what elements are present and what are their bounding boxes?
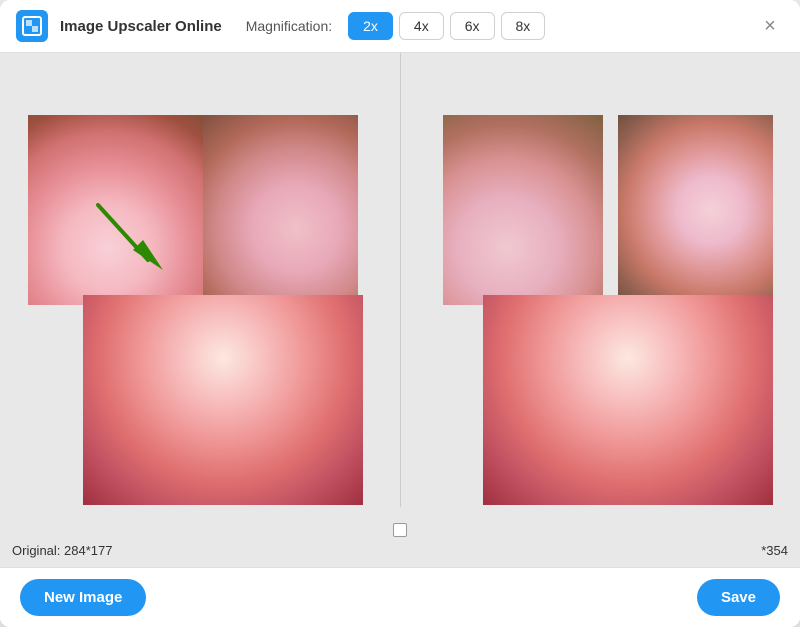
right-panel: *354 (415, 53, 800, 567)
original-image-collage (28, 115, 358, 505)
upscaled-size-label: *354 (761, 543, 788, 558)
center-divider (385, 53, 415, 567)
main-content: Original: 284*177 *354 (0, 53, 800, 567)
upscaled-image-collage (443, 115, 773, 505)
app-title: Image Upscaler Online (60, 18, 222, 35)
close-button[interactable]: × (756, 12, 784, 40)
magnification-controls: 2x 4x 6x 8x (348, 12, 545, 40)
upscaled-top-right (618, 115, 773, 305)
mag-btn-8x[interactable]: 8x (501, 12, 546, 40)
bottom-bar: New Image Save (0, 567, 800, 627)
upscaled-top-left (443, 115, 603, 305)
image-bottom (83, 295, 363, 505)
left-panel: Original: 284*177 (0, 53, 385, 567)
compare-checkbox[interactable] (393, 523, 407, 537)
mag-btn-2x[interactable]: 2x (348, 12, 393, 40)
app-window: Image Upscaler Online Magnification: 2x … (0, 0, 800, 627)
original-size-label: Original: 284*177 (12, 543, 112, 558)
app-icon (16, 10, 48, 42)
upscaled-bottom (483, 295, 773, 505)
green-arrow (88, 195, 178, 300)
titlebar: Image Upscaler Online Magnification: 2x … (0, 0, 800, 53)
mag-btn-4x[interactable]: 4x (399, 12, 444, 40)
image-top-right (203, 115, 358, 305)
save-button[interactable]: Save (697, 579, 780, 616)
divider-line (400, 53, 401, 507)
mag-btn-6x[interactable]: 6x (450, 12, 495, 40)
new-image-button[interactable]: New Image (20, 579, 146, 616)
magnification-label: Magnification: (246, 18, 332, 34)
